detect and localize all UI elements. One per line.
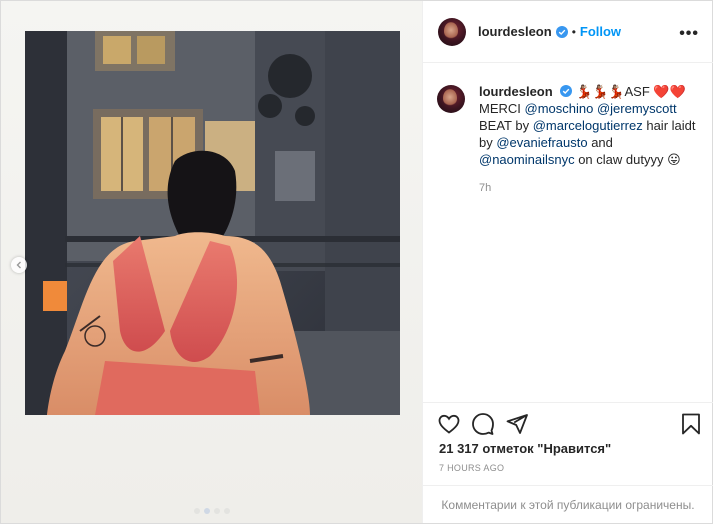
- carousel-indicator: [1, 508, 422, 514]
- verified-badge-icon: [555, 25, 568, 38]
- post-photo: [25, 31, 400, 415]
- carousel-dot-active: [203, 508, 210, 514]
- bookmark-icon[interactable]: [679, 412, 703, 436]
- caption-text: BEAT by: [479, 118, 533, 133]
- post-date[interactable]: 7 HOURS AGO: [439, 463, 504, 473]
- heart-outline-icon[interactable]: [437, 412, 461, 436]
- comments-area: lourdesleon 💃🏽💃🏽💃🏽ASF ❤️❤️ MERCI @moschi…: [423, 63, 713, 401]
- caption-text: MERCI: [479, 101, 525, 116]
- comment-bubble-icon[interactable]: [471, 412, 495, 436]
- likes-count[interactable]: 21 317 отметок "Нравится": [439, 441, 611, 456]
- carousel-dot: [193, 508, 200, 514]
- paper-plane-icon[interactable]: [505, 412, 529, 436]
- mention-link[interactable]: @evaniefrausto: [496, 135, 587, 150]
- mention-link[interactable]: @naominailsnyc: [479, 152, 575, 167]
- comments-limited-notice: Комментарии к этой публикации ограничены…: [423, 485, 713, 524]
- carousel-prev-button[interactable]: [11, 257, 27, 273]
- post-media[interactable]: [1, 1, 422, 523]
- avatar[interactable]: [438, 17, 466, 46]
- caption-body: lourdesleon 💃🏽💃🏽💃🏽ASF ❤️❤️ MERCI @moschi…: [479, 83, 699, 197]
- caption-text: on claw dutyyy 😛: [574, 152, 681, 167]
- chevron-left-icon: [16, 261, 21, 269]
- post-side-panel: lourdesleon • Follow ••• lourdesleon 💃🏽💃…: [422, 1, 713, 523]
- polaroid-frame: [1, 1, 422, 523]
- follow-button[interactable]: Follow: [580, 24, 621, 39]
- caption-text: and: [587, 135, 613, 150]
- username-link[interactable]: lourdesleon: [478, 24, 552, 39]
- caption-avatar[interactable]: [437, 85, 465, 113]
- action-bar: [423, 402, 713, 445]
- mention-link[interactable]: @marcelogutierrez: [533, 118, 643, 133]
- header-separator: •: [571, 24, 576, 39]
- mention-link[interactable]: @jeremyscott: [597, 101, 677, 116]
- post-dialog: lourdesleon • Follow ••• lourdesleon 💃🏽💃…: [0, 0, 713, 524]
- photo-illustration: [25, 31, 400, 415]
- more-options-button[interactable]: •••: [679, 25, 699, 43]
- carousel-dot: [223, 508, 230, 514]
- verified-badge-icon: [560, 85, 573, 97]
- caption: lourdesleon 💃🏽💃🏽💃🏽ASF ❤️❤️ MERCI @moschi…: [423, 63, 713, 197]
- mention-link[interactable]: @moschino: [525, 101, 594, 116]
- carousel-dot: [213, 508, 220, 514]
- caption-emoji: 💃🏽💃🏽💃🏽ASF ❤️❤️: [575, 84, 686, 99]
- post-header: lourdesleon • Follow •••: [423, 1, 713, 63]
- caption-time[interactable]: 7h: [479, 180, 699, 197]
- caption-username[interactable]: lourdesleon: [479, 84, 553, 99]
